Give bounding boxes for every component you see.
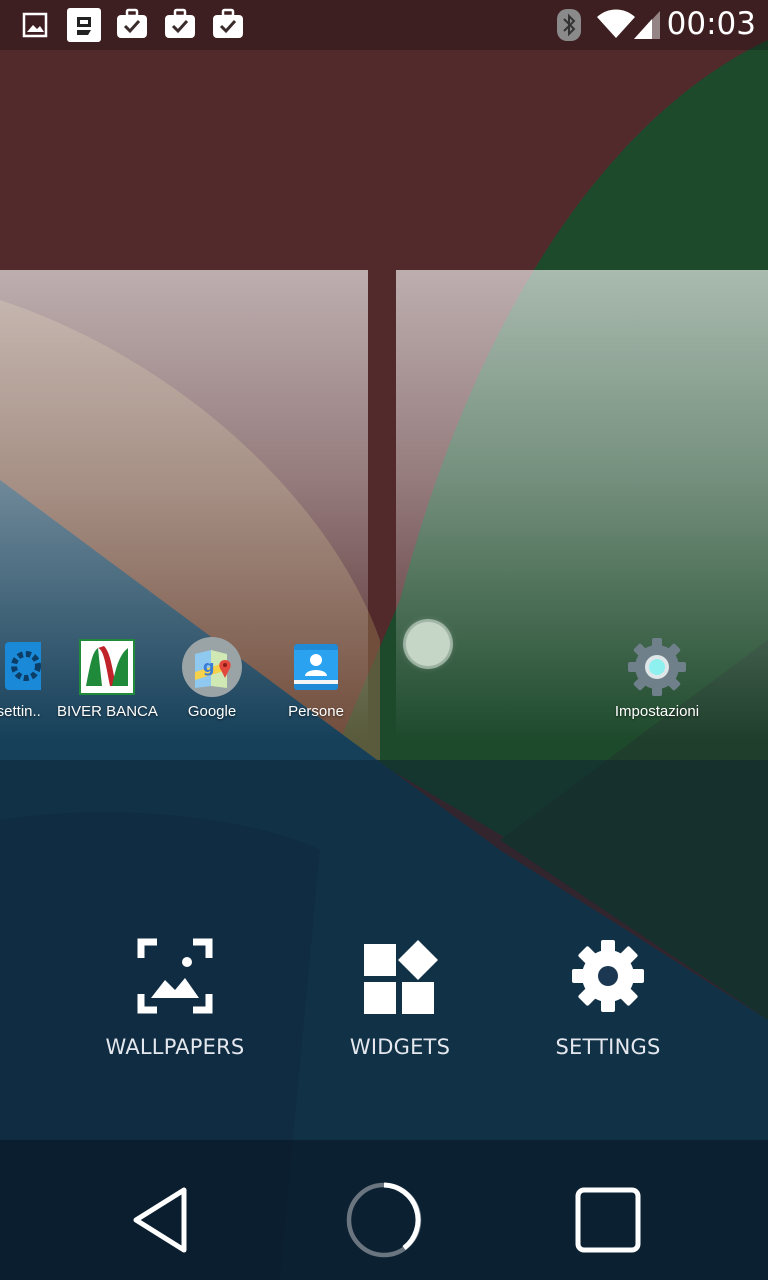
settings-gear-icon [626,636,688,698]
task-done-icon [213,8,243,38]
recents-icon[interactable] [574,1186,642,1254]
home-icon[interactable] [344,1180,424,1260]
app-label: BIVER BANCA [57,703,158,720]
app-biver-banca[interactable]: BIVER BANCA [57,636,158,720]
widgets-label: WIDGETS [349,1035,451,1059]
bluetooth-icon [557,9,581,41]
app-persone[interactable]: Persone [266,636,366,720]
task-done-icon [165,8,195,38]
settings-label: SETTINGS [555,1035,661,1059]
gallery-icon [22,12,48,38]
settings-icon [572,940,644,1012]
svg-text:g: g [203,657,214,676]
app-impostazioni[interactable]: Impostazioni [607,636,707,720]
widgets-button[interactable]: WIDGETS [335,938,465,1059]
signal-icon [634,11,660,39]
settings-button[interactable]: SETTINGS [548,938,668,1059]
wallpaper-icon [137,938,213,1014]
wallpapers-button[interactable]: WALLPAPERS [100,938,250,1059]
app-label: Persone [288,703,344,720]
app-notification-icon [67,8,101,42]
page-indicator-dot [406,622,450,666]
google-maps-icon: g [181,636,243,698]
biver-banca-icon [76,636,138,698]
status-clock: 00:03 [666,6,756,42]
gear-icon [0,636,47,698]
wifi-icon [597,9,635,38]
app-google-maps[interactable]: g Google [162,636,262,720]
task-done-icon [117,8,147,38]
app-label: Impostazioni [614,703,700,720]
wallpapers-label: WALLPAPERS [105,1035,245,1059]
status-bar: 00:03 [0,0,768,50]
app-power-settings[interactable]: er settin.. [0,636,60,720]
home-page-preview-right[interactable] [396,270,768,740]
contacts-icon [285,636,347,698]
app-label: Google [187,703,237,720]
widgets-icon [364,940,438,1014]
app-label: er settin.. [0,703,41,720]
back-icon[interactable] [128,1178,192,1262]
